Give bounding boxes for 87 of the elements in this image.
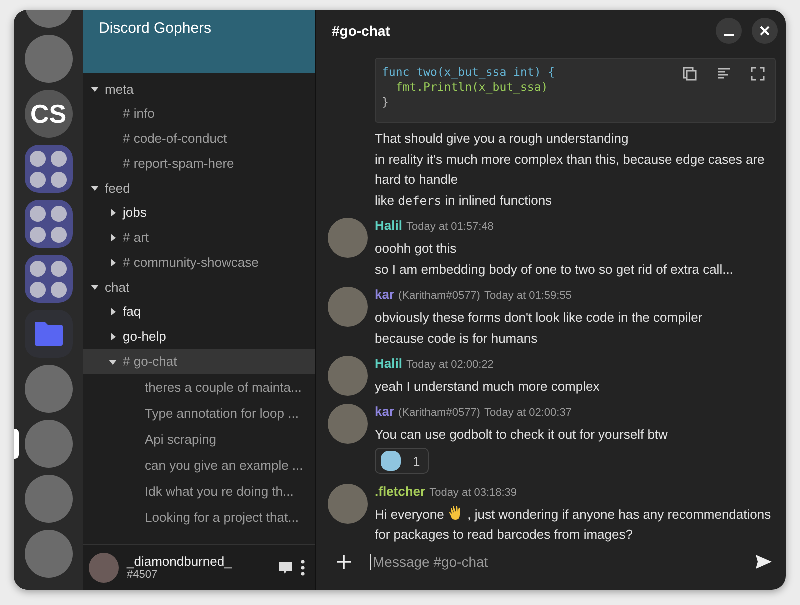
channel-item[interactable]: # code-of-conduct [83,126,315,151]
channel-item[interactable]: # info [83,101,315,126]
message-text: obviously these forms don't look like code in the compiler [375,309,704,327]
author-name[interactable]: kar [375,404,395,419]
server-folder-icon[interactable] [24,145,72,193]
server-folder-icon[interactable] [24,200,72,248]
channel-item[interactable]: # go-chat [83,349,315,374]
message-text: That should give you a rough understanding [375,130,630,148]
channel-item[interactable]: jobs [83,200,315,225]
server-name: Discord Gophers [99,20,212,37]
thread-item[interactable]: Api scraping [83,426,315,452]
server-icon[interactable] [24,365,72,413]
caret-icon [91,283,99,291]
minimize-button[interactable] [716,18,742,44]
message-text: ooohh got this [375,240,458,258]
channel-item[interactable]: go-help [83,324,315,349]
avatar[interactable] [328,356,368,396]
timestamp: Today at 02:00:22 [406,359,494,371]
expand-icon[interactable] [751,67,765,81]
server-icon[interactable] [24,35,72,83]
category-item[interactable]: meta [83,77,315,101]
author-name[interactable]: .fletcher [375,484,426,499]
timestamp: Today at 01:59:55 [484,290,572,302]
add-button[interactable] [336,554,352,570]
thread-item[interactable]: theres a couple of mainta... [83,374,315,400]
avatar[interactable] [328,218,368,258]
caret-icon [91,184,99,192]
send-icon [756,555,772,569]
caret-icon [109,308,117,316]
copy-icon[interactable] [683,67,697,81]
caret-icon [109,358,117,366]
thread-item[interactable]: Type annotation for loop ... [83,400,315,426]
message-text: You can use godbolt to check it out for yourself btw [375,426,669,444]
channel-item[interactable]: # report-spam-here [83,151,315,176]
caret-icon [91,85,99,93]
thread-item[interactable]: can you give an example ... [83,452,315,478]
caret-icon [109,258,117,266]
avatar[interactable] [328,404,368,444]
category-item[interactable]: chat [83,275,315,299]
timestamp: Today at 02:00:37 [484,407,572,419]
user-tag: (Karitham#0577) [398,290,480,302]
message-input[interactable]: Message #go-chat [370,554,738,570]
author-name[interactable]: Halil [375,356,402,371]
server-icon[interactable]: CS [24,90,72,138]
plus-icon [336,554,352,570]
message-text: yeah I understand much more complex [375,378,601,396]
close-icon [760,26,770,36]
code-line: func two(x_but_ssa int) { [382,65,556,79]
reaction-button[interactable]: 1 [375,448,430,474]
caret-icon [109,332,117,340]
server-icon[interactable] [24,475,72,523]
folder-icon[interactable] [24,310,72,358]
thread-item[interactable]: Idk what you re doing th... [83,478,315,504]
folder-glyph-icon [34,322,62,346]
chat-bubble-icon[interactable] [278,560,293,574]
author-name[interactable]: Halil [375,218,402,233]
channel-item[interactable]: # art [83,225,315,250]
avatar[interactable] [328,287,368,327]
message-text: like defers in inlined functions [375,192,554,210]
message-text: because code is for humans [375,330,539,348]
thread-item[interactable]: Looking for a project that... [83,504,315,530]
channel-item[interactable]: faq [83,299,315,324]
server-icon[interactable] [24,530,72,578]
minimize-icon [724,34,734,36]
code-line: } [382,95,389,109]
server-folder-icon[interactable] [24,255,72,303]
message-text: Hi everyone , just wondering if anyone has any recommendations for packages to read barcodes from images? [375,505,772,542]
close-button[interactable] [752,18,778,44]
caret-icon [109,208,117,216]
send-button[interactable] [756,555,772,569]
more-icon[interactable] [301,560,305,576]
user-avatar[interactable] [89,552,119,582]
channel-item[interactable]: # community-showcase [83,250,315,275]
category-item[interactable]: feed [83,176,315,200]
message-text: so I am embedding body of one to two so get rid of extra call... [375,261,734,279]
user-tag: #4507 [127,569,270,581]
server-icon[interactable] [24,420,72,468]
align-left-icon[interactable] [717,67,731,81]
timestamp: Today at 03:18:39 [430,487,518,499]
author-name[interactable]: kar [375,287,395,302]
timestamp: Today at 01:57:48 [406,221,494,233]
caret-icon [109,234,117,242]
channel-title: #go-chat [332,23,392,39]
avatar[interactable] [328,484,368,524]
username: _diamondburned_ [127,554,233,569]
user-tag: (Karitham#0577) [398,407,480,419]
code-line: fmt.Println(x_but_ssa) [394,80,548,94]
